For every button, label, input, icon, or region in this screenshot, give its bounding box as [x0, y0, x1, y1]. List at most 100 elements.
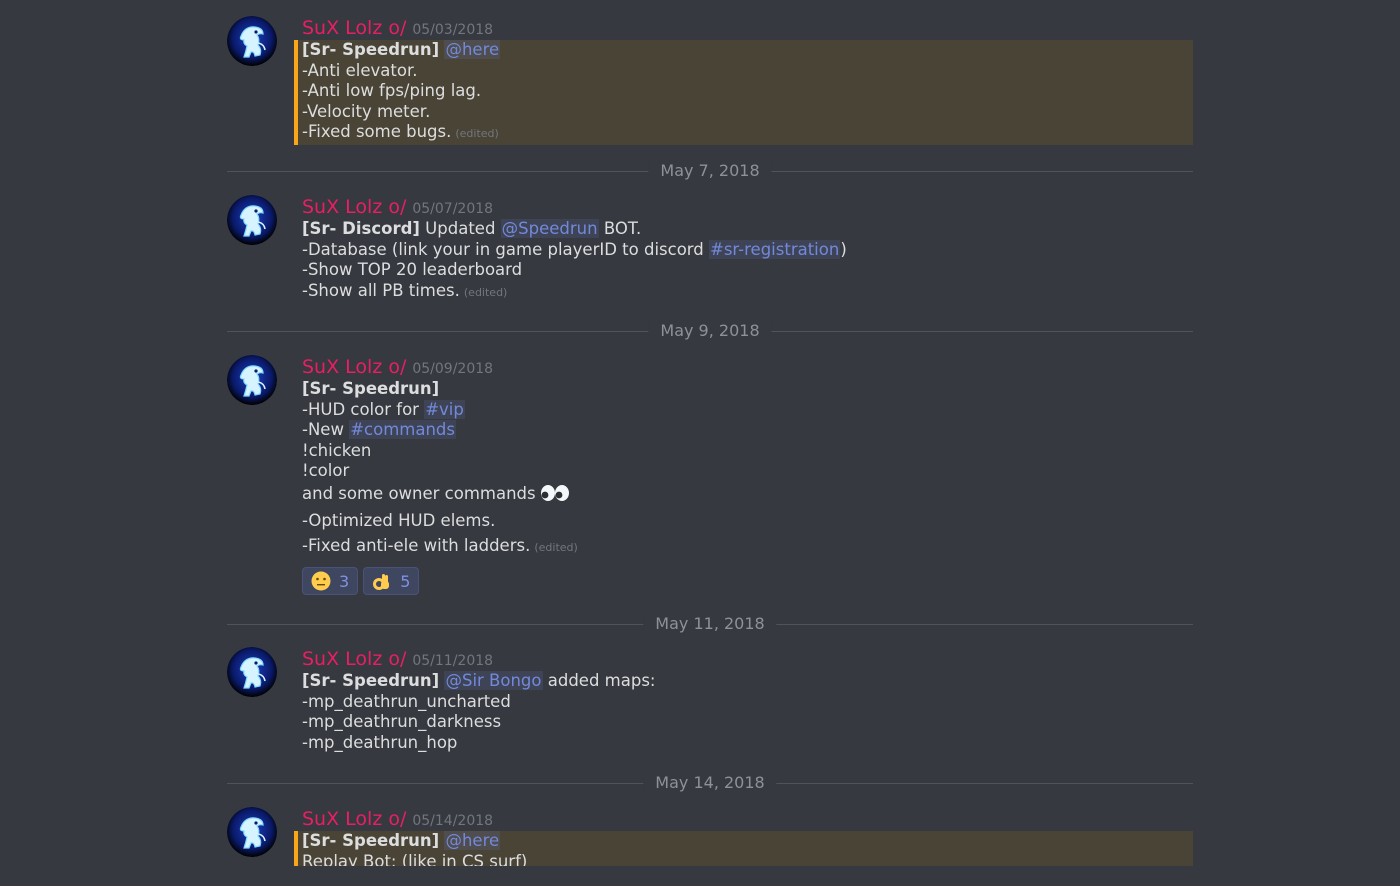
- avatar[interactable]: [227, 195, 277, 245]
- message-feed: SuX Lolz o/05/03/2018 [Sr- Speedrun] @her…: [0, 0, 1400, 886]
- message-text: -Show TOP 20 leaderboard: [302, 260, 523, 279]
- avatar[interactable]: [227, 16, 277, 66]
- message-line: [Sr- Discord] Updated @Speedrun BOT.: [302, 219, 1193, 240]
- message-text: added maps:: [542, 671, 656, 690]
- viewport-edge: [0, 866, 1400, 886]
- message-line: -New #commands: [302, 420, 1193, 441]
- message-text: -New: [302, 420, 350, 439]
- user-mention[interactable]: @Sir Bongo: [444, 671, 543, 690]
- author-name[interactable]: SuX Lolz o/: [302, 17, 406, 39]
- date-divider-label: May 9, 2018: [648, 321, 772, 341]
- category-tag: [Sr- Discord]: [302, 219, 420, 238]
- message-text: -mp_deathrun_darkness: [302, 712, 502, 731]
- message-body: [Sr- Discord] Updated @Speedrun BOT. -Dat…: [302, 219, 1193, 303]
- message-line: -Anti low fps/ping lag.: [302, 81, 1193, 102]
- date-divider: May 11, 2018: [227, 614, 1193, 634]
- message-header: SuX Lolz o/05/14/2018: [302, 807, 493, 831]
- date-divider-label: May 14, 2018: [643, 773, 777, 793]
- message-text: -Velocity meter.: [302, 101, 431, 121]
- reaction-button[interactable]: 3: [302, 567, 359, 595]
- category-tag: [Sr- Speedrun]: [302, 40, 440, 59]
- message-text: Updated: [419, 219, 501, 238]
- reaction-count: 5: [400, 571, 411, 591]
- author-name[interactable]: SuX Lolz o/: [302, 648, 406, 670]
- message-line: -mp_deathrun_hop: [302, 733, 1193, 754]
- neutral-face-icon: [311, 571, 331, 592]
- category-tag: [Sr- Speedrun]: [302, 671, 440, 690]
- message-text: and some owner commands: [302, 483, 536, 503]
- category-tag: [Sr- Speedrun]: [302, 379, 440, 398]
- message-line: !color: [302, 461, 1193, 482]
- date-divider: May 7, 2018: [227, 161, 1193, 181]
- message-line: -Show TOP 20 leaderboard: [302, 260, 1193, 281]
- date-divider: May 9, 2018: [227, 321, 1193, 341]
- message-header: SuX Lolz o/05/03/2018: [302, 16, 493, 40]
- channel-mention[interactable]: #vip: [424, 399, 465, 419]
- date-divider-label: May 7, 2018: [648, 161, 772, 181]
- message-text: -Fixed some bugs.: [302, 122, 452, 141]
- message-line: [Sr- Speedrun] @Sir Bongo added maps:: [302, 671, 1193, 692]
- message-text: -Optimized HUD elems.: [302, 511, 496, 530]
- message-line: -Anti elevator.: [302, 61, 1193, 82]
- message-line: and some owner commands: [302, 484, 1193, 508]
- user-mention[interactable]: @here: [444, 831, 501, 850]
- message-text: -Anti low fps/ping lag.: [302, 81, 482, 100]
- message-text: !color: [302, 461, 350, 480]
- message-line: -HUD color for #vip: [302, 399, 1193, 421]
- message-text: BOT.: [598, 219, 642, 238]
- user-mention[interactable]: @here: [444, 40, 501, 59]
- timestamp: 05/03/2018: [412, 22, 494, 38]
- message-text: -mp_deathrun_hop: [302, 732, 458, 752]
- date-divider: May 14, 2018: [227, 773, 1193, 793]
- author-name[interactable]: SuX Lolz o/: [302, 196, 406, 218]
- message-text: -Show all PB times.: [302, 280, 460, 300]
- message-body: [Sr- Speedrun] @Sir Bongo added maps: -mp…: [302, 671, 1193, 753]
- message-text: -Fixed anti-ele with ladders.: [302, 535, 531, 555]
- highlighted-message-body: [Sr- Speedrun] @here -Anti elevator. -Anti…: [294, 40, 1193, 145]
- author-name[interactable]: SuX Lolz o/: [302, 808, 406, 830]
- ok-hand-icon: [372, 571, 392, 592]
- channel-mention[interactable]: #commands: [349, 420, 456, 439]
- message-line: [Sr- Speedrun] @here: [302, 40, 1193, 61]
- message-header: SuX Lolz o/05/09/2018: [302, 355, 493, 379]
- timestamp: 05/11/2018: [412, 653, 494, 669]
- message-line: -Fixed anti-ele with ladders. (edited): [302, 536, 1193, 559]
- reaction-button[interactable]: 5: [363, 567, 420, 595]
- eyes-emoji-icon: [540, 484, 570, 508]
- category-tag: [Sr- Speedrun]: [302, 831, 440, 850]
- message-line: -Database (link your in game playerID to…: [302, 239, 1193, 261]
- reaction-count: 3: [339, 571, 350, 591]
- message-header: SuX Lolz o/05/11/2018: [302, 647, 493, 671]
- message-line: !chicken: [302, 441, 1193, 462]
- date-divider-label: May 11, 2018: [643, 614, 777, 634]
- edited-label: (edited): [534, 540, 578, 554]
- message-header: SuX Lolz o/05/07/2018: [302, 195, 493, 219]
- message-line: -Fixed some bugs. (edited): [302, 122, 1193, 145]
- user-mention[interactable]: @Speedrun: [500, 219, 599, 238]
- message-text: -HUD color for: [302, 399, 425, 419]
- message-body: [Sr- Speedrun] -HUD color for #vip -New #c…: [302, 379, 1193, 558]
- timestamp: 05/09/2018: [412, 361, 494, 377]
- avatar[interactable]: [227, 647, 277, 697]
- message-line: -Show all PB times. (edited): [302, 281, 1193, 304]
- channel-mention[interactable]: #sr-registration: [709, 239, 841, 259]
- edited-label: (edited): [463, 285, 508, 299]
- message-text: -Database (link your in game playerID to…: [302, 239, 710, 259]
- timestamp: 05/14/2018: [412, 813, 494, 829]
- message-text: ): [840, 239, 847, 259]
- message-line: -Velocity meter.: [302, 102, 1193, 123]
- reactions-row: 35: [302, 567, 420, 595]
- edited-label: (edited): [455, 127, 499, 140]
- message-line: -Optimized HUD elems.: [302, 511, 1193, 532]
- avatar[interactable]: [227, 807, 277, 857]
- message-text: -mp_deathrun_uncharted: [302, 691, 511, 711]
- message-line: [Sr- Speedrun] @here: [302, 831, 1193, 852]
- author-name[interactable]: SuX Lolz o/: [302, 356, 406, 378]
- message-line: [Sr- Speedrun]: [302, 379, 1193, 400]
- message-line: -mp_deathrun_darkness: [302, 712, 1193, 733]
- avatar[interactable]: [227, 355, 277, 405]
- timestamp: 05/07/2018: [412, 201, 494, 217]
- message-text: -Anti elevator.: [302, 60, 418, 80]
- message-line: -mp_deathrun_uncharted: [302, 692, 1193, 713]
- message-text: !chicken: [302, 440, 372, 460]
